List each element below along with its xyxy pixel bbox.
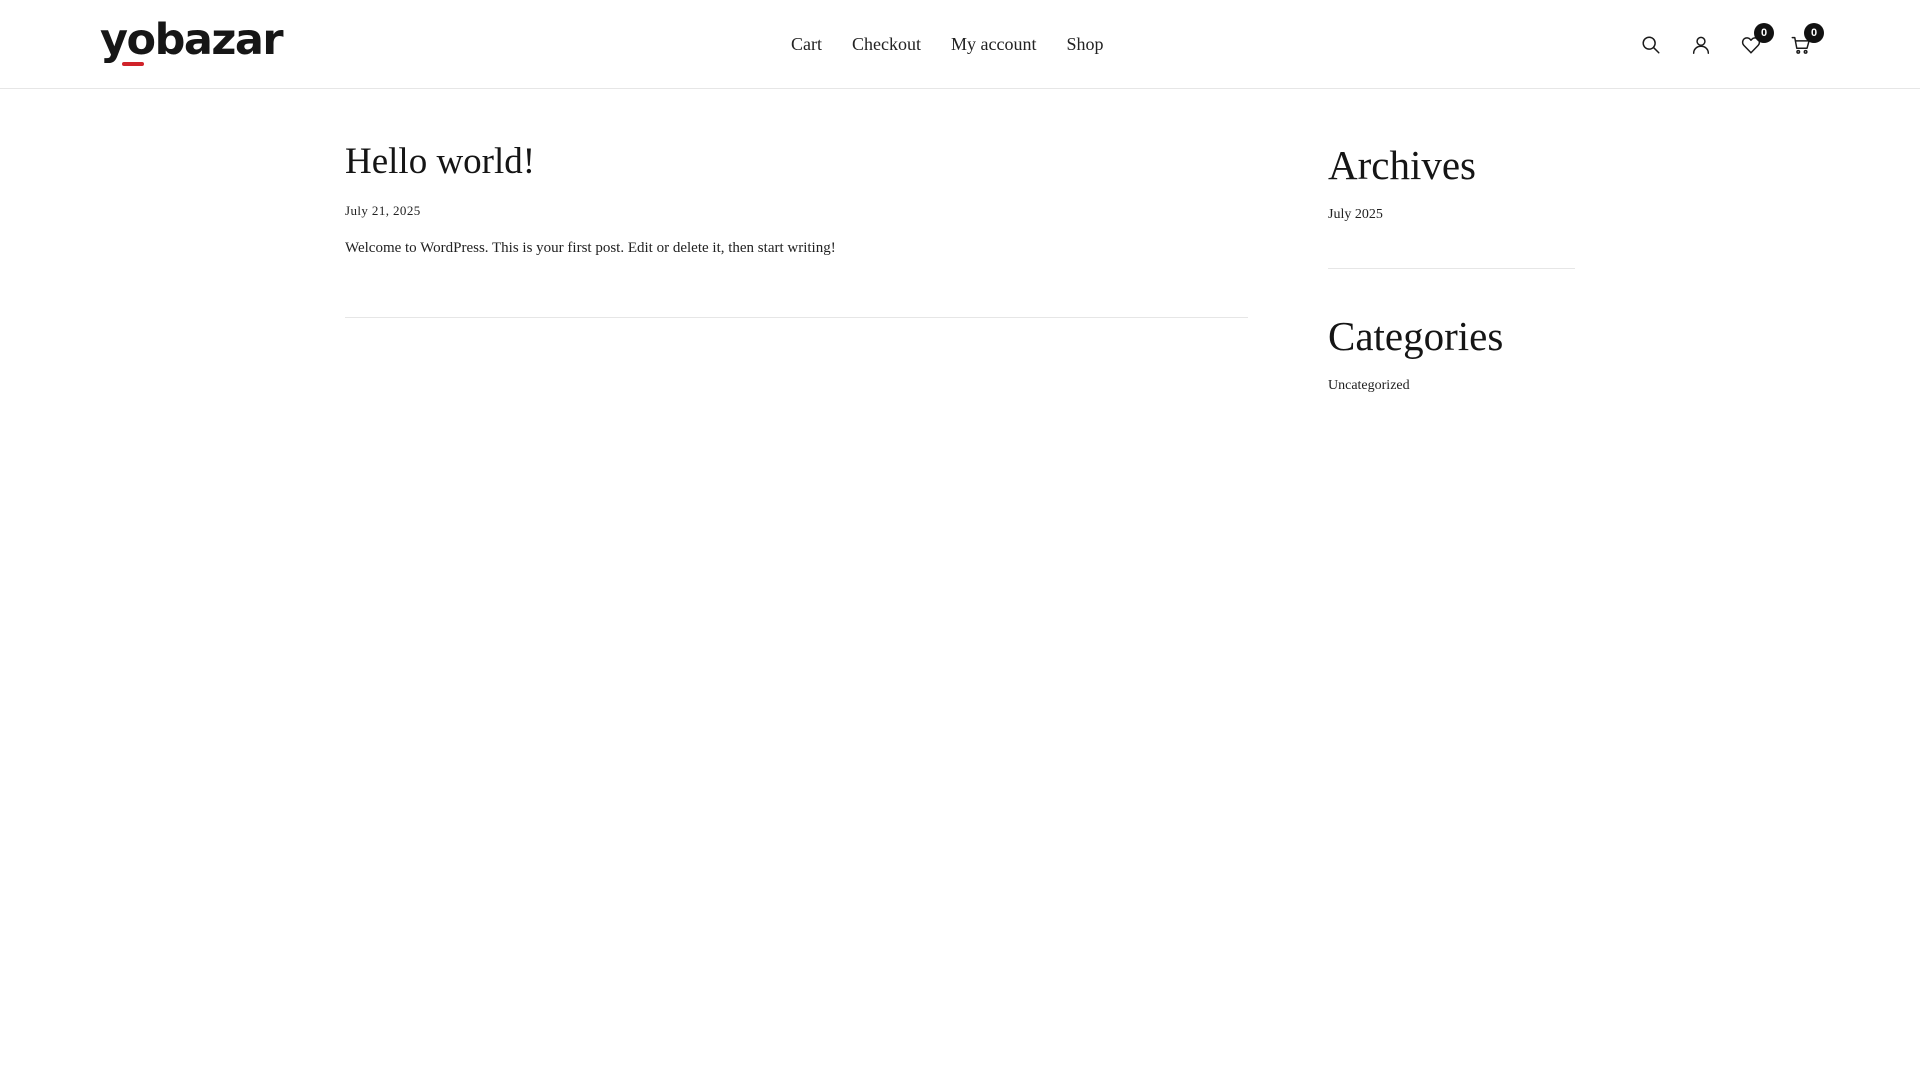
- main-navigation: Cart Checkout My account Shop: [791, 32, 1104, 56]
- post-date[interactable]: July 21, 2025: [345, 203, 1248, 219]
- nav-item-my-account[interactable]: My account: [951, 32, 1036, 56]
- site-logo[interactable]: yobazar: [100, 15, 284, 70]
- nav-item-checkout[interactable]: Checkout: [852, 32, 921, 56]
- search-button[interactable]: [1638, 32, 1664, 58]
- sidebar: Archives July 2025 Categories Uncategori…: [1328, 140, 1575, 395]
- cart-count-badge: 0: [1804, 23, 1824, 43]
- widget-divider: [1328, 268, 1575, 269]
- wishlist-count-badge: 0: [1754, 23, 1774, 43]
- site-header: yobazar Cart Checkout My account Shop 0: [0, 0, 1920, 89]
- category-link-uncategorized[interactable]: Uncategorized: [1328, 377, 1575, 395]
- search-icon: [1642, 36, 1660, 54]
- categories-widget: Categories Uncategorized: [1328, 311, 1575, 395]
- logo-accent-mark: [122, 62, 144, 66]
- archive-link-july-2025[interactable]: July 2025: [1328, 206, 1575, 224]
- logo-text: yobazar: [100, 15, 284, 65]
- archives-widget: Archives July 2025: [1328, 140, 1575, 224]
- post-list: Hello world! July 21, 2025 Welcome to Wo…: [345, 140, 1248, 318]
- post-divider: [345, 317, 1248, 318]
- nav-item-shop[interactable]: Shop: [1066, 32, 1103, 56]
- archives-title: Archives: [1328, 142, 1477, 188]
- header-icons: 0 0: [1638, 23, 1824, 58]
- cart-button[interactable]: 0: [1788, 23, 1824, 58]
- nav-item-cart[interactable]: Cart: [791, 32, 822, 56]
- post-title[interactable]: Hello world!: [345, 140, 1248, 184]
- account-button[interactable]: [1688, 32, 1714, 58]
- post-excerpt: Welcome to WordPress. This is your first…: [345, 240, 836, 256]
- categories-title: Categories: [1328, 313, 1504, 359]
- user-icon: [1692, 36, 1710, 54]
- post-item: Hello world! July 21, 2025 Welcome to Wo…: [345, 140, 1248, 258]
- wishlist-button[interactable]: 0: [1738, 23, 1774, 58]
